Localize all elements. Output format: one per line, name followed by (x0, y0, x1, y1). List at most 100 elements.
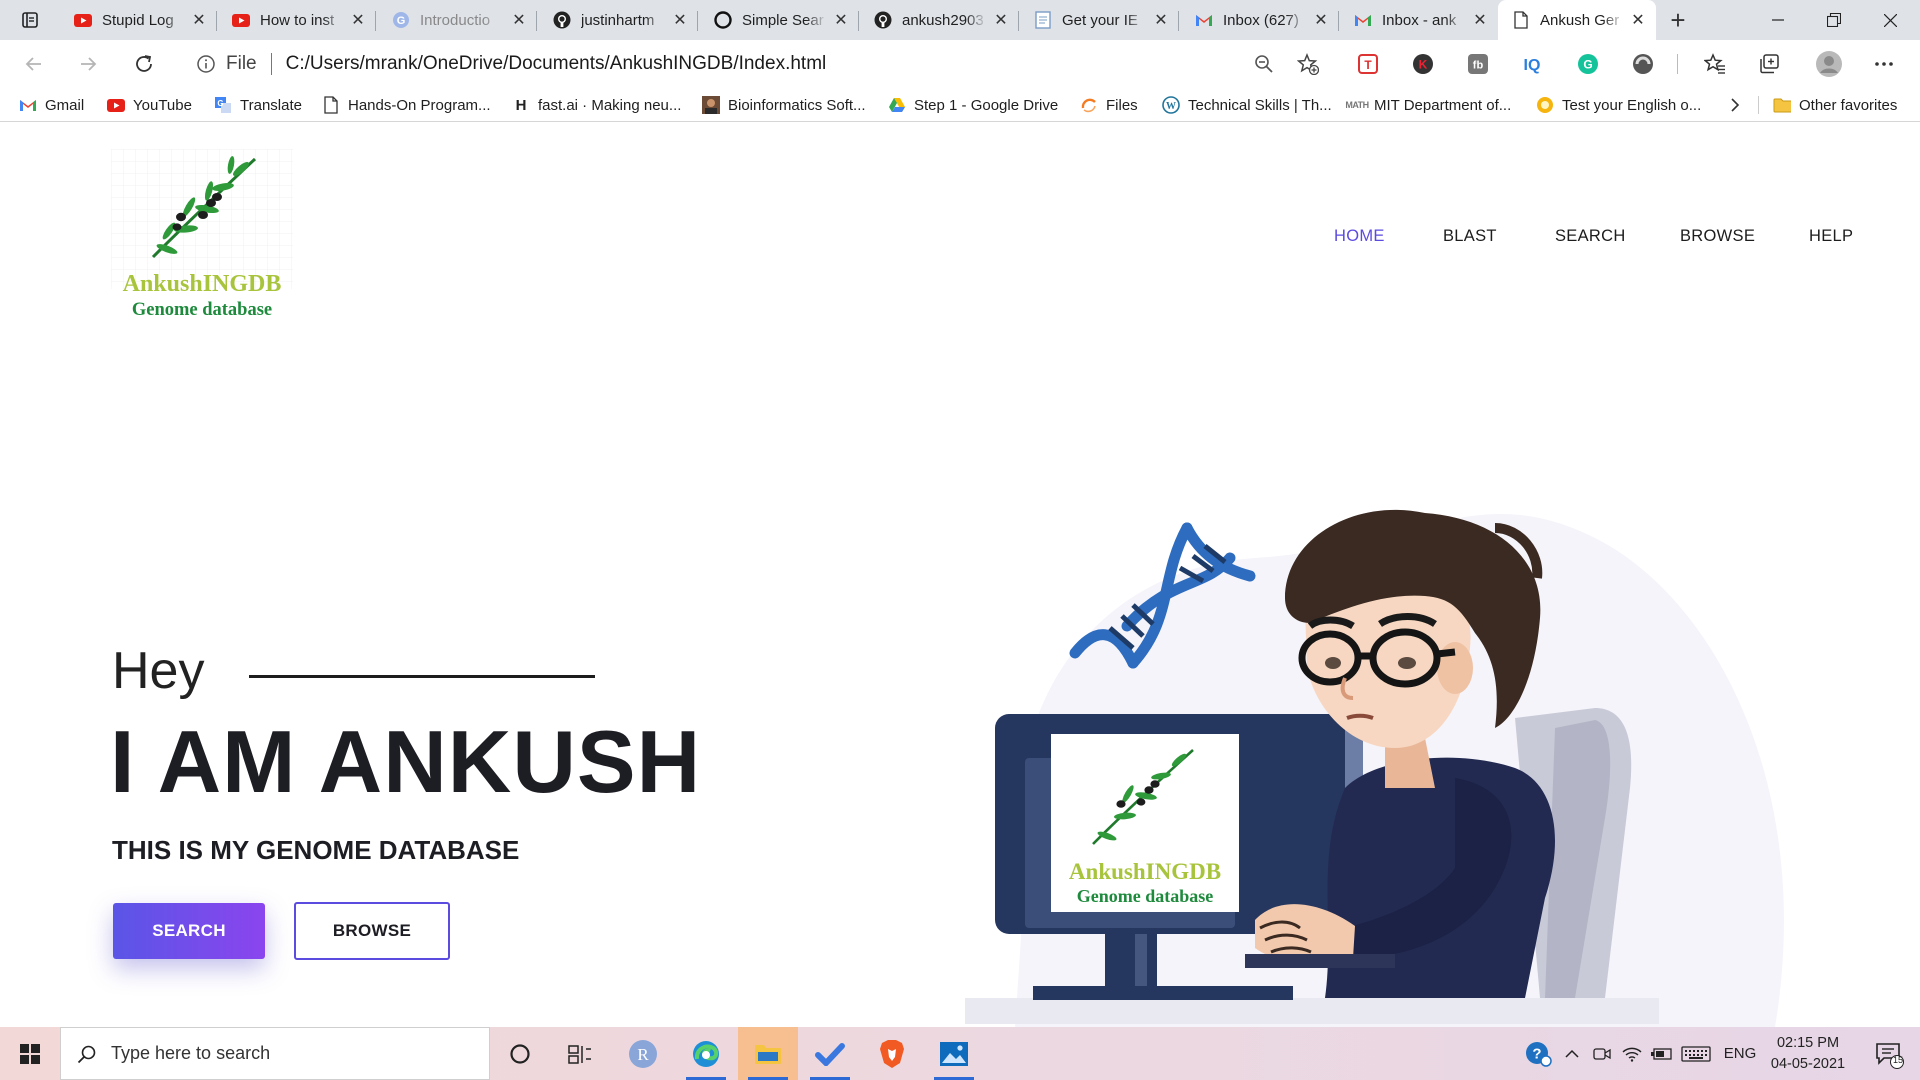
nav-blast[interactable]: BLAST (1443, 227, 1497, 246)
url-text[interactable]: C:/Users/mrank/OneDrive/Documents/Ankush… (286, 53, 827, 75)
wordpress-icon: W (1162, 96, 1180, 114)
tab-how-to-install[interactable]: How to inst ✕ (218, 1, 376, 39)
zoom-icon[interactable] (1248, 48, 1280, 80)
swirl-extension-icon[interactable] (1631, 52, 1655, 76)
tab-title: Get your IE (1062, 11, 1138, 29)
close-tab-icon[interactable]: ✕ (672, 12, 688, 29)
tab-title: Stupid Log (102, 11, 174, 29)
refresh-icon[interactable] (128, 48, 160, 80)
bookmark-test-english[interactable]: Test your English o... (1536, 93, 1701, 117)
help-tray-icon[interactable]: ? (1518, 1027, 1558, 1080)
notification-center-icon[interactable]: 15 (1864, 1027, 1914, 1080)
close-tab-icon[interactable]: ✕ (1313, 12, 1329, 29)
tab-actions-icon[interactable] (10, 6, 50, 34)
tab-inbox-627[interactable]: Inbox (627) ✕ (1181, 1, 1339, 39)
tab-saver-extension-icon[interactable]: T (1356, 52, 1380, 76)
nav-browse[interactable]: BROWSE (1680, 227, 1755, 246)
more-bookmarks-chevron-icon[interactable] (1730, 93, 1740, 117)
svg-text:G: G (217, 99, 223, 108)
k-extension-icon[interactable]: K (1411, 52, 1435, 76)
close-tab-icon[interactable]: ✕ (511, 12, 527, 29)
info-icon[interactable] (196, 54, 216, 74)
minimize-icon[interactable] (1750, 0, 1806, 40)
bookmark-technical-skills[interactable]: W Technical Skills | Th... (1162, 93, 1332, 117)
sun-icon (1536, 96, 1554, 114)
r-app-icon[interactable]: R (613, 1027, 673, 1080)
svg-text:K: K (1419, 58, 1428, 72)
restore-icon[interactable] (1806, 0, 1862, 40)
task-view-icon[interactable] (550, 1027, 610, 1080)
address-bar[interactable]: File C:/Users/mrank/OneDrive/Documents/A… (182, 45, 1286, 83)
bookmark-mit[interactable]: MATH MIT Department of... (1345, 93, 1511, 117)
bookmark-google-drive[interactable]: Step 1 - Google Drive (888, 93, 1058, 117)
nav-search[interactable]: SEARCH (1555, 227, 1626, 246)
brave-browser-icon[interactable] (862, 1027, 922, 1080)
keyboard-icon[interactable] (1678, 1027, 1714, 1080)
close-tab-icon[interactable]: ✕ (993, 12, 1009, 29)
tab-title: justinhartm (581, 11, 655, 29)
close-window-icon[interactable] (1862, 0, 1918, 40)
cortana-icon[interactable] (490, 1027, 550, 1080)
nav-home[interactable]: HOME (1334, 227, 1385, 246)
bookmark-files[interactable]: Files (1080, 93, 1138, 117)
svg-text:?: ? (1532, 1045, 1541, 1062)
profile-avatar-icon[interactable] (1815, 50, 1843, 78)
wifi-icon[interactable] (1618, 1027, 1646, 1080)
back-icon[interactable] (18, 48, 50, 80)
language-indicator[interactable]: ENG (1720, 1027, 1760, 1080)
edge-browser-icon[interactable] (676, 1027, 736, 1080)
favorites-icon[interactable] (1703, 52, 1727, 76)
bookmark-fast-ai[interactable]: H fast.ai · Making neu... (512, 93, 681, 117)
add-favorite-icon[interactable] (1292, 48, 1324, 80)
fb-extension-icon[interactable]: fb (1466, 52, 1490, 76)
close-tab-icon[interactable]: ✕ (191, 12, 207, 29)
tab-get-your-ie[interactable]: Get your IE ✕ (1020, 1, 1179, 39)
tab-ankush2903[interactable]: ankush2903 ✕ (860, 1, 1019, 39)
close-tab-icon[interactable]: ✕ (1472, 12, 1488, 29)
file-explorer-icon[interactable] (738, 1027, 798, 1080)
screen-logo-title: AnkushINGDB (1069, 859, 1221, 884)
tab-stupid-log[interactable]: Stupid Log ✕ (60, 1, 217, 39)
tab-title: Simple Sear (742, 11, 824, 29)
nav-help[interactable]: HELP (1809, 227, 1853, 246)
tab-justinhartman[interactable]: justinhartm ✕ (539, 1, 698, 39)
close-tab-icon[interactable]: ✕ (1630, 12, 1646, 29)
taskbar-search-box[interactable]: Type here to search (60, 1027, 490, 1080)
photos-app-icon[interactable] (924, 1027, 984, 1080)
bookmark-hands-on[interactable]: Hands-On Program... (322, 93, 491, 117)
bookmark-youtube[interactable]: YouTube (107, 93, 192, 117)
bookmark-translate[interactable]: G Translate (214, 93, 302, 117)
search-button[interactable]: SEARCH (113, 903, 265, 959)
grammarly-icon[interactable]: G (1576, 52, 1600, 76)
windows-start-icon[interactable] (0, 1027, 60, 1080)
close-tab-icon[interactable]: ✕ (833, 12, 849, 29)
battery-icon[interactable] (1648, 1027, 1676, 1080)
windows-taskbar: Type here to search R ? ENG 02:15 PM 04-… (0, 1027, 1920, 1080)
bookmark-other-favorites[interactable]: Other favorites (1773, 93, 1897, 117)
youtube-icon (74, 11, 92, 29)
gmail-icon (1354, 11, 1372, 29)
bookmark-bioinformatics[interactable]: Bioinformatics Soft... (702, 93, 866, 117)
todo-app-icon[interactable] (800, 1027, 860, 1080)
tab-introduction[interactable]: G Introductio ✕ (378, 1, 537, 39)
taskbar-clock[interactable]: 02:15 PM 04-05-2021 (1764, 1033, 1852, 1075)
site-logo[interactable]: AnkushINGDB Genome database (111, 149, 293, 320)
close-tab-icon[interactable]: ✕ (1153, 12, 1169, 29)
tab-inbox-ank[interactable]: Inbox - ank ✕ (1340, 1, 1498, 39)
show-hidden-icons-icon[interactable] (1560, 1027, 1584, 1080)
bookmark-gmail[interactable]: Gmail (19, 93, 84, 117)
iq-extension-icon[interactable]: IQ (1520, 52, 1544, 76)
tab-title: Ankush Ger (1540, 11, 1620, 29)
browse-button[interactable]: BROWSE (294, 902, 450, 960)
avatar-icon (702, 96, 720, 114)
folder-icon (1773, 96, 1791, 114)
close-tab-icon[interactable]: ✕ (350, 12, 366, 29)
meet-now-icon[interactable] (1588, 1027, 1616, 1080)
tab-ankush-genome-active[interactable]: Ankush Ger ✕ (1498, 0, 1656, 40)
settings-more-icon[interactable] (1872, 52, 1896, 76)
tab-simple-search[interactable]: Simple Sear ✕ (700, 1, 859, 39)
collections-icon[interactable] (1757, 52, 1781, 76)
developer-illustration: AnkushINGDB Genome database (965, 509, 1784, 1027)
forward-icon[interactable] (72, 48, 104, 80)
new-tab-icon[interactable]: + (1664, 5, 1692, 35)
